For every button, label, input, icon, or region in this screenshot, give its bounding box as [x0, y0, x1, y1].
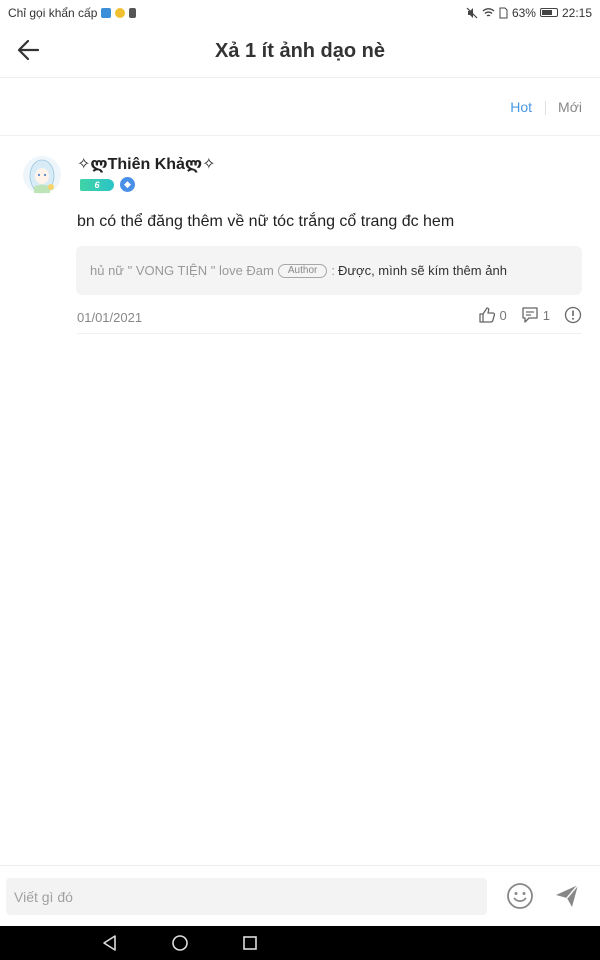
- app-notification-icon: [101, 7, 112, 18]
- header: Xả 1 ít ảnh dạo nè: [0, 25, 600, 78]
- comment-text: bn có thể đăng thêm về nữ tóc trắng cổ t…: [77, 213, 455, 230]
- sort-new-tab[interactable]: Mới: [558, 99, 582, 115]
- status-left: Chỉ gọi khẩn cấp: [8, 5, 137, 20]
- reply-text: Được, mình sẽ kím thêm ảnh: [337, 263, 507, 278]
- nav-recents-icon[interactable]: [241, 934, 259, 952]
- nav-back-icon[interactable]: [101, 934, 119, 952]
- reply-preview[interactable]: hủ nữ " VONG TIỆN " love Đam Author : Đư…: [76, 246, 582, 295]
- comment-divider: [77, 333, 582, 334]
- status-bar: Chỉ gọi khẩn cấp 63% 22:15: [0, 0, 600, 25]
- report-button[interactable]: [564, 306, 582, 324]
- system-nav-bar: [0, 926, 600, 960]
- emoji-icon[interactable]: [506, 882, 534, 910]
- clock: 22:15: [561, 5, 592, 20]
- comment-date: 01/01/2021: [77, 310, 143, 325]
- author-tag: Author: [277, 263, 328, 278]
- comment-input[interactable]: [6, 878, 487, 915]
- level-badge: 6: [80, 179, 114, 191]
- like-button[interactable]: 0: [478, 306, 507, 324]
- like-count: 0: [499, 307, 507, 323]
- status-right: 63% 22:15: [466, 6, 592, 20]
- wifi-icon: [482, 8, 495, 17]
- comment-input-bar: [0, 865, 600, 926]
- sort-hot-tab[interactable]: Hot: [510, 99, 532, 115]
- reply-count: 1: [542, 307, 550, 323]
- page-title: Xả 1 ít ảnh dạo nè: [214, 40, 386, 62]
- app-notification-icon-2: [129, 7, 137, 18]
- alert-circle-icon: [564, 306, 582, 324]
- send-icon[interactable]: [553, 882, 581, 910]
- sort-bar: Hot Mới: [0, 78, 600, 136]
- sim-icon: [499, 7, 508, 18]
- reply-author: hủ nữ " VONG TIỆN " love Đam: [90, 263, 274, 278]
- carrier-text: Chỉ gọi khẩn cấp: [8, 5, 98, 20]
- username[interactable]: ✧ლThiên Khảლ✧: [77, 154, 216, 174]
- avatar[interactable]: [22, 154, 62, 196]
- comment-actions: 0 1: [478, 306, 582, 324]
- reply-button[interactable]: 1: [521, 306, 550, 324]
- vip-diamond-icon: ◆: [120, 177, 135, 192]
- nav-home-icon[interactable]: [171, 934, 189, 952]
- mute-icon: [466, 7, 478, 18]
- reply-colon: :: [331, 263, 335, 278]
- battery-icon: [539, 8, 558, 17]
- emoji-notification-icon: [115, 7, 126, 18]
- comment-icon: [522, 307, 538, 323]
- comment-item: ✧ლThiên Khảლ✧ 6 ◆ bn có thể đăng thêm về…: [0, 136, 600, 334]
- thumbs-up-icon: [478, 307, 495, 323]
- sort-divider: [545, 101, 546, 115]
- battery-percent: 63%: [511, 5, 536, 20]
